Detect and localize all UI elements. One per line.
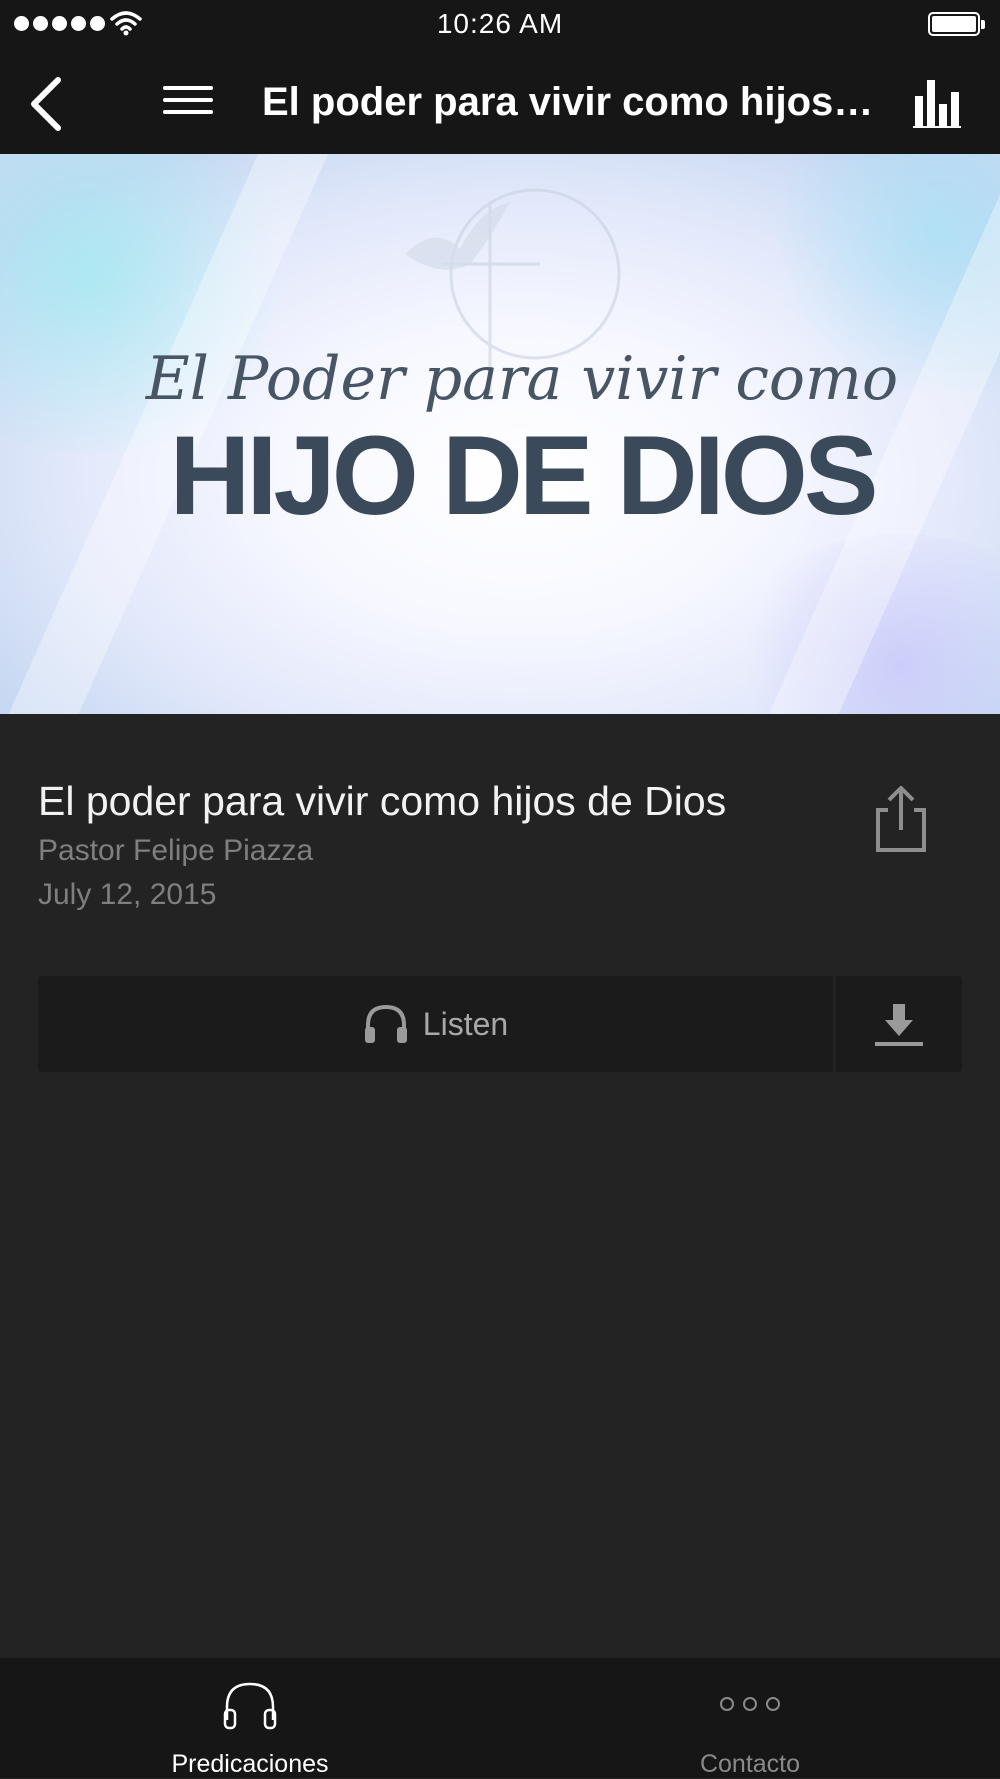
- artwork-script-text: El Poder para vivir como: [145, 344, 899, 414]
- tab-predicaciones[interactable]: Predicaciones: [0, 1658, 500, 1778]
- bar-chart-icon: [913, 80, 961, 128]
- download-icon: [875, 1004, 923, 1046]
- download-button[interactable]: [836, 976, 962, 1072]
- menu-button[interactable]: [160, 78, 216, 128]
- battery-icon: [928, 12, 980, 36]
- tab-predicaciones-label: Predicaciones: [171, 1750, 329, 1778]
- status-time: 10:26 AM: [436, 8, 564, 39]
- listen-label: Listen: [422, 1005, 509, 1042]
- share-button[interactable]: [870, 784, 932, 854]
- status-bar: 10:26 AM: [0, 0, 1000, 52]
- more-dots-icon: [720, 1697, 780, 1711]
- nav-title: El poder para vivir como hijos de Dios: [262, 80, 882, 124]
- listen-button[interactable]: Listen: [38, 976, 833, 1072]
- battery-tip: [981, 20, 985, 29]
- share-icon: [876, 786, 926, 852]
- tab-contacto-label: Contacto: [699, 1750, 801, 1778]
- headphones-icon: [223, 1682, 277, 1730]
- sermon-author: Pastor Felipe Piazza: [38, 834, 314, 867]
- tab-bar: Predicaciones Contacto: [0, 1658, 1000, 1778]
- sermon-date: July 12, 2015: [38, 878, 217, 911]
- navigation-bar: El poder para vivir como hijos de Dios: [0, 52, 1000, 154]
- headphones-icon: [364, 1004, 407, 1043]
- back-button[interactable]: [22, 74, 82, 134]
- chevron-left-icon: [31, 77, 61, 131]
- sermon-title: El poder para vivir como hijos de Dios: [38, 778, 727, 824]
- stats-button[interactable]: [912, 78, 962, 130]
- hamburger-menu-icon: [163, 86, 213, 90]
- artwork-headline: HIJO DE DIOS: [169, 413, 878, 538]
- sermon-artwork: El Poder para vivir como HIJO DE DIOS: [0, 154, 1000, 714]
- tab-contacto[interactable]: Contacto: [500, 1658, 1000, 1778]
